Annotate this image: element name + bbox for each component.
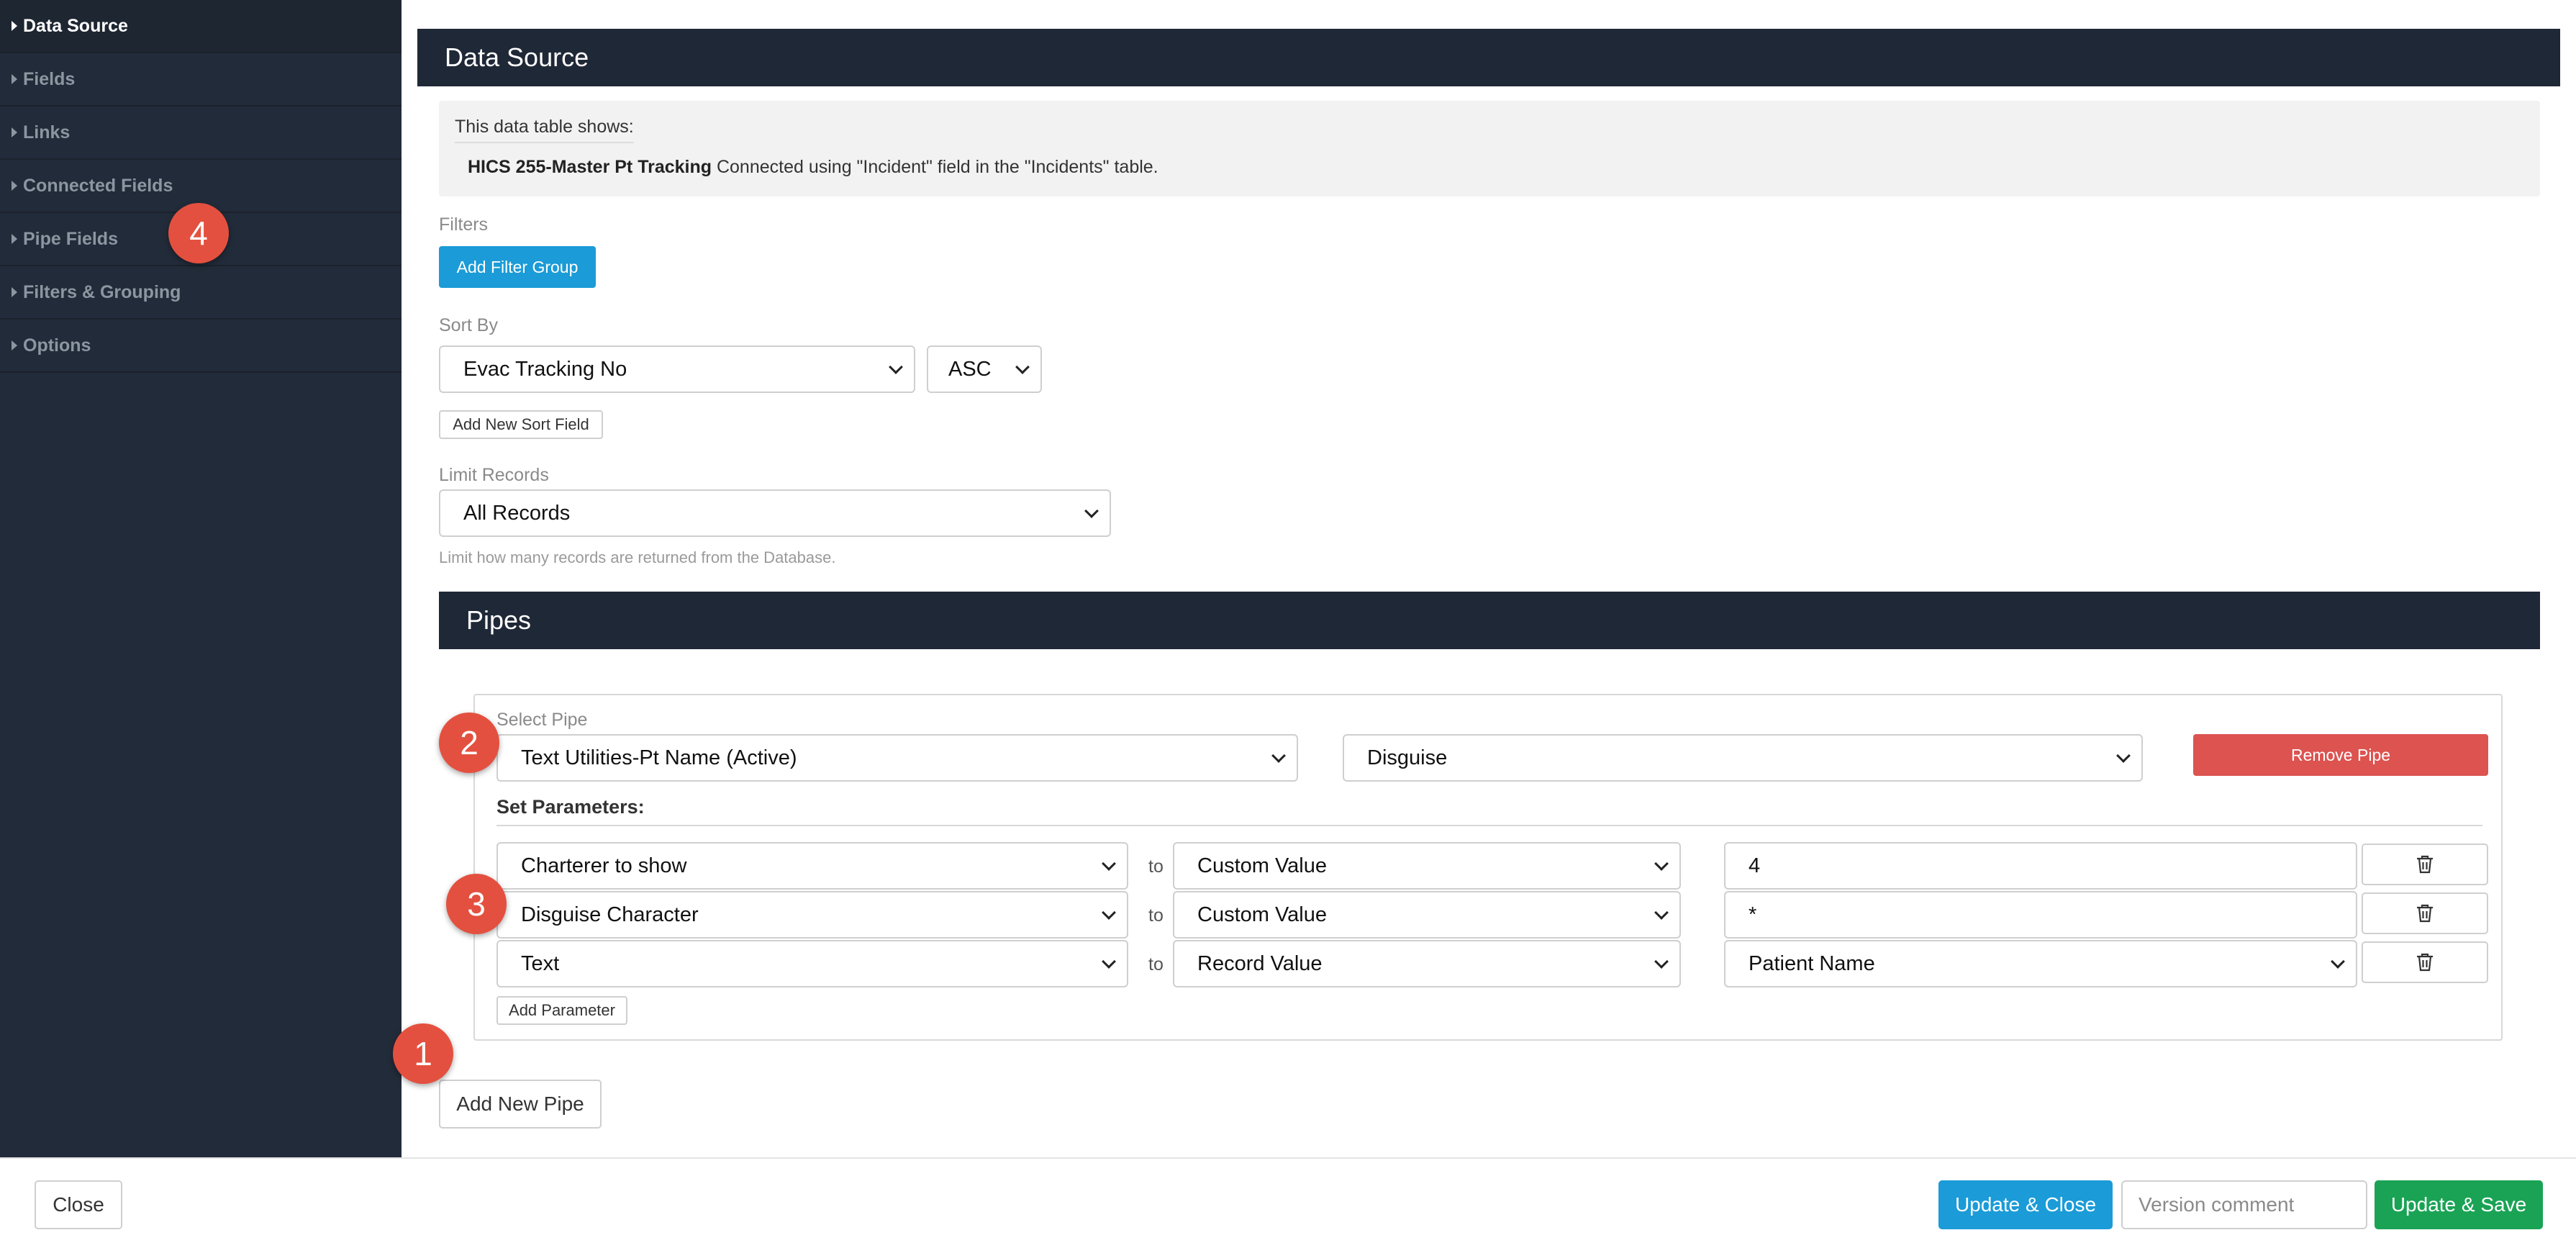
param-name-select[interactable]: Charterer to show	[496, 842, 1128, 890]
param-to-label: to	[1148, 856, 1164, 877]
sidebar-item-label: Connected Fields	[23, 175, 173, 196]
trash-icon	[2417, 953, 2433, 972]
sort-by-label: Sort By	[439, 315, 498, 335]
select-pipe-label: Select Pipe	[496, 710, 588, 730]
sidebar-item-label: Options	[23, 335, 91, 356]
delete-param-button[interactable]	[2362, 892, 2488, 934]
sidebar-item-fields[interactable]: Fields	[0, 53, 402, 107]
trash-icon	[2417, 855, 2433, 874]
caret-right-icon	[12, 74, 17, 84]
param-name-select[interactable]: Text	[496, 940, 1128, 987]
close-button[interactable]: Close	[35, 1180, 122, 1229]
add-filter-group-button[interactable]: Add Filter Group	[439, 246, 596, 288]
chevron-down-icon	[1271, 749, 1286, 763]
info-connection-text: Connected using "Incident" field in the …	[712, 157, 1158, 177]
pipe-select-value: Text Utilities-Pt Name (Active)	[521, 746, 797, 769]
param-source-select[interactable]: Custom Value	[1173, 842, 1681, 890]
chevron-down-icon	[2331, 954, 2345, 969]
footer-bar: Close Update & Close Version comment Upd…	[0, 1157, 2576, 1248]
chevron-down-icon	[1102, 954, 1116, 969]
param-value-input[interactable]: 4	[1724, 842, 2357, 890]
sidebar-item-label: Links	[23, 122, 71, 143]
caret-right-icon	[12, 127, 17, 137]
sort-field-value: Evac Tracking No	[463, 357, 627, 381]
annotation-badge-2: 2	[439, 713, 499, 773]
param-source-value: Record Value	[1197, 951, 1323, 975]
pipe-select[interactable]: Text Utilities-Pt Name (Active)	[496, 734, 1298, 782]
add-new-pipe-button[interactable]: Add New Pipe	[439, 1080, 602, 1129]
info-text: HICS 255-Master Pt Tracking Connected us…	[468, 157, 1158, 178]
sidebar-item-options[interactable]: Options	[0, 320, 402, 373]
chevron-down-icon	[1654, 856, 1669, 871]
param-value-input[interactable]: *	[1724, 891, 2357, 939]
main-content: Data Source This data table shows: HICS …	[402, 0, 2576, 1157]
chevron-down-icon	[1084, 504, 1099, 518]
filters-label: Filters	[439, 214, 489, 235]
info-label: This data table shows:	[455, 117, 634, 143]
limit-records-value: All Records	[463, 501, 571, 525]
info-table-name: HICS 255-Master Pt Tracking	[468, 157, 712, 177]
param-name-value: Text	[521, 951, 560, 975]
trash-icon	[2417, 904, 2433, 923]
version-comment-input[interactable]: Version comment	[2121, 1180, 2367, 1229]
param-name-value: Disguise Character	[521, 903, 699, 926]
update-save-button[interactable]: Update & Save	[2375, 1180, 2543, 1229]
chevron-down-icon	[1015, 360, 1030, 374]
annotation-badge-1: 1	[393, 1023, 453, 1084]
pipe-action-select[interactable]: Disguise	[1343, 734, 2143, 782]
caret-right-icon	[12, 234, 17, 244]
caret-right-icon	[12, 340, 17, 351]
param-name-value: Charterer to show	[521, 854, 687, 877]
sidebar-item-data-source[interactable]: Data Source	[0, 0, 402, 53]
param-source-select[interactable]: Custom Value	[1173, 891, 1681, 939]
limit-records-help: Limit how many records are returned from…	[439, 548, 836, 566]
chevron-down-icon	[1102, 905, 1116, 920]
data-source-info: This data table shows: HICS 255-Master P…	[439, 101, 2540, 196]
sidebar-item-label: Filters & Grouping	[23, 281, 181, 302]
set-parameters-label: Set Parameters:	[496, 796, 645, 818]
add-parameter-button[interactable]: Add Parameter	[496, 996, 627, 1025]
param-record-value: Patient Name	[1749, 951, 1875, 975]
param-name-select[interactable]: Disguise Character	[496, 891, 1128, 939]
sidebar-item-filters-grouping[interactable]: Filters & Grouping	[0, 266, 402, 320]
pipes-header: Pipes	[439, 592, 2540, 649]
chevron-down-icon	[2116, 749, 2131, 763]
param-source-select[interactable]: Record Value	[1173, 940, 1681, 987]
delete-param-button[interactable]	[2362, 941, 2488, 983]
divider	[496, 825, 2482, 826]
param-source-value: Custom Value	[1197, 903, 1327, 926]
chevron-down-icon	[1102, 856, 1116, 871]
sort-order-select[interactable]: ASC	[927, 345, 1042, 393]
param-source-value: Custom Value	[1197, 854, 1327, 877]
annotation-badge-4: 4	[168, 203, 229, 263]
limit-records-label: Limit Records	[439, 465, 549, 485]
sidebar-item-label: Pipe Fields	[23, 228, 118, 249]
add-new-sort-field-button[interactable]: Add New Sort Field	[439, 410, 603, 439]
caret-right-icon	[12, 21, 17, 31]
param-to-label: to	[1148, 954, 1164, 975]
caret-right-icon	[12, 181, 17, 191]
caret-right-icon	[12, 287, 17, 297]
param-record-select[interactable]: Patient Name	[1724, 940, 2357, 987]
sort-field-select[interactable]: Evac Tracking No	[439, 345, 915, 393]
chevron-down-icon	[1654, 905, 1669, 920]
param-to-label: to	[1148, 905, 1164, 926]
chevron-down-icon	[889, 360, 903, 374]
sidebar: Data Source Fields Links Connected Field…	[0, 0, 402, 1157]
pipe-config-box: Select Pipe Text Utilities-Pt Name (Acti…	[473, 694, 2503, 1041]
remove-pipe-button[interactable]: Remove Pipe	[2193, 734, 2488, 776]
pipe-action-value: Disguise	[1367, 746, 1448, 769]
update-close-button[interactable]: Update & Close	[1938, 1180, 2113, 1229]
delete-param-button[interactable]	[2362, 844, 2488, 885]
sidebar-item-label: Data Source	[23, 15, 128, 36]
sort-order-value: ASC	[948, 357, 992, 381]
chevron-down-icon	[1654, 954, 1669, 969]
limit-records-select[interactable]: All Records	[439, 489, 1111, 537]
sidebar-item-label: Fields	[23, 68, 76, 89]
data-source-header: Data Source	[417, 29, 2560, 86]
annotation-badge-3: 3	[446, 874, 507, 934]
sidebar-item-links[interactable]: Links	[0, 107, 402, 160]
